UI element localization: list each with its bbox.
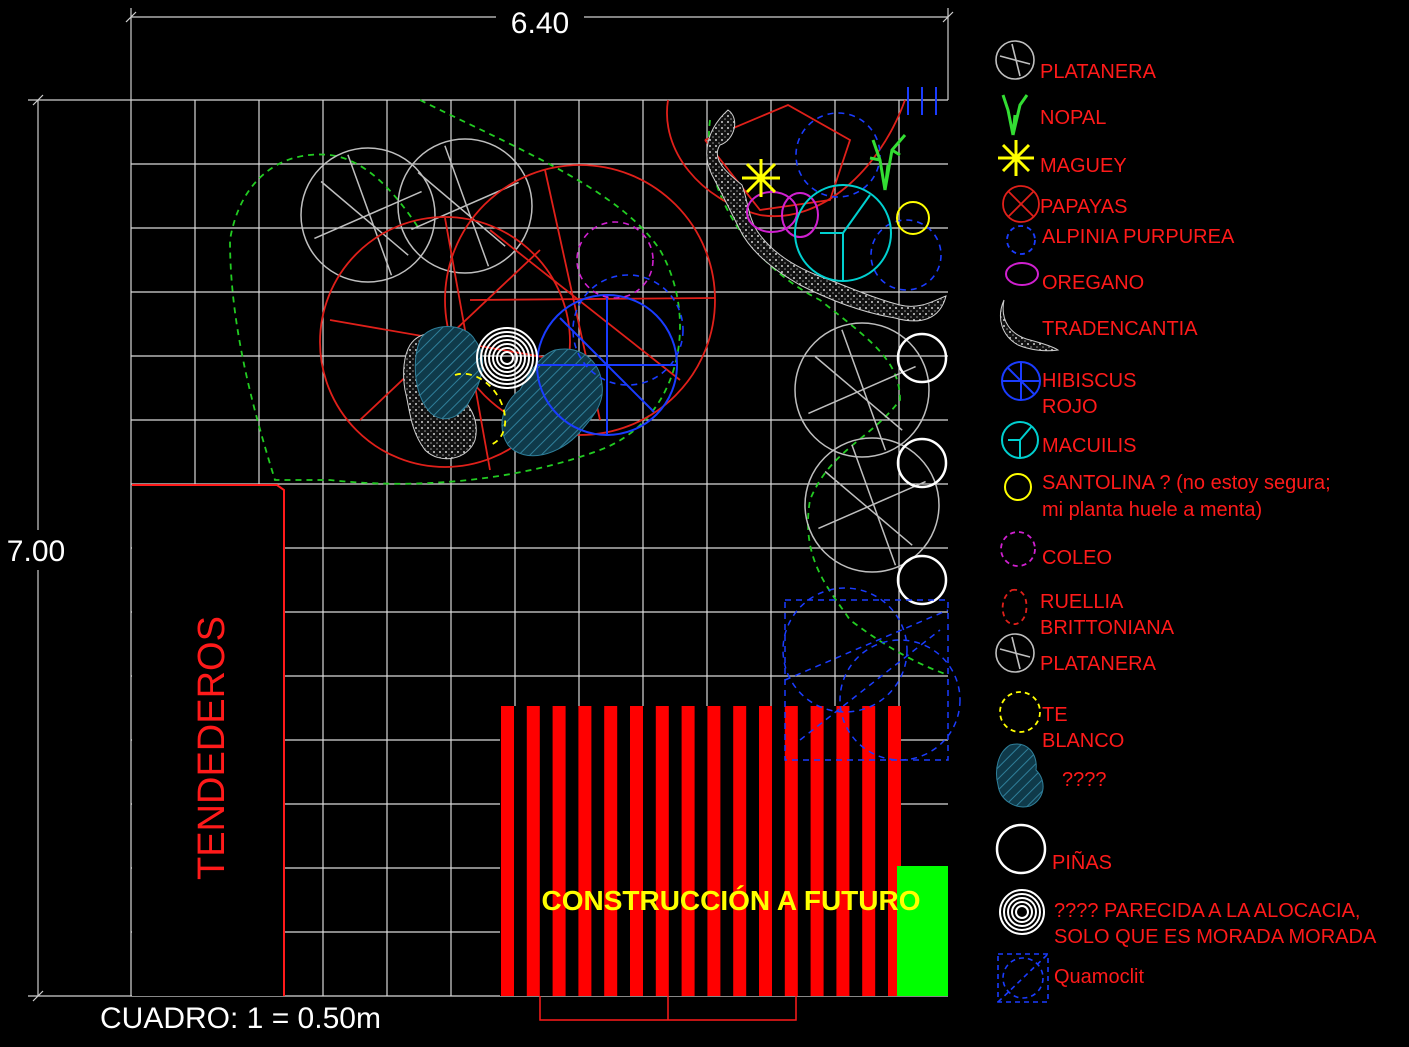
legend-label: PLATANERA — [1040, 653, 1157, 675]
tendederos-label: TENDEDEROS — [191, 616, 233, 880]
legend-label-2: BRITTONIANA — [1040, 617, 1175, 639]
legend-label: OREGANO — [1042, 272, 1144, 294]
legend-label: Quamoclit — [1054, 966, 1144, 988]
legend-label: TRADENCANTIA — [1042, 318, 1198, 340]
legend-label: RUELLIA — [1040, 591, 1124, 613]
maguey-icon — [998, 140, 1034, 176]
construction-stripe — [836, 706, 850, 996]
construction-stripe — [526, 706, 540, 996]
maguey-plant — [742, 159, 780, 197]
legend-label: HIBISCUS — [1042, 370, 1136, 392]
legend-label: PAPAYAS — [1040, 196, 1127, 218]
construction-stripe — [578, 706, 592, 996]
construction-stripe — [759, 706, 772, 996]
legend-label: COLEO — [1042, 547, 1112, 569]
construction-stripe — [733, 706, 747, 996]
construction-stripe — [501, 706, 514, 996]
legend-label-2: ROJO — [1042, 396, 1098, 418]
legend-label: TE — [1042, 704, 1068, 726]
construction-stripe — [681, 706, 695, 996]
legend-label-2: mi planta huele a menta) — [1042, 499, 1262, 521]
construction-stripe — [552, 706, 566, 996]
garden-plan: 6.40 7.00 TENDEDEROS CONSTRUCCIÓN A FUTU… — [0, 0, 1409, 1047]
legend-label: NOPAL — [1040, 107, 1106, 129]
hibiscus-plants — [536, 294, 678, 436]
legend-label: ???? PARECIDA A LA ALOCACIA, — [1054, 900, 1360, 922]
height-dimension: 7.00 — [7, 535, 65, 568]
construction-stripe — [604, 706, 618, 996]
legend-label: SANTOLINA ? (no estoy segura; — [1042, 472, 1331, 494]
legend-label: MAGUEY — [1040, 155, 1127, 177]
hibiscus-icon — [1001, 361, 1041, 401]
construction-stripe — [655, 706, 669, 996]
construction-area: CONSTRUCCIÓN A FUTURO — [500, 706, 948, 1021]
legend-label: PLATANERA — [1040, 61, 1157, 83]
legend-label-2: BLANCO — [1042, 730, 1124, 752]
construction-label: CONSTRUCCIÓN A FUTURO — [541, 885, 920, 916]
legend-label: ALPINIA PURPUREA — [1042, 226, 1235, 248]
scale-note: CUADRO: 1 = 0.50m — [100, 1002, 381, 1035]
construction-stripe — [862, 706, 876, 996]
construction-stripe — [784, 706, 798, 996]
construction-stripe — [707, 706, 721, 996]
construction-stripe — [810, 706, 824, 996]
legend-label-2: SOLO QUE ES MORADA MORADA — [1054, 926, 1377, 948]
legend-label: PIÑAS — [1052, 850, 1112, 874]
legend-label: ???? — [1062, 769, 1107, 791]
construction-stripe — [630, 706, 643, 996]
legend-label: MACUILIS — [1042, 435, 1136, 457]
width-dimension: 6.40 — [511, 7, 569, 40]
